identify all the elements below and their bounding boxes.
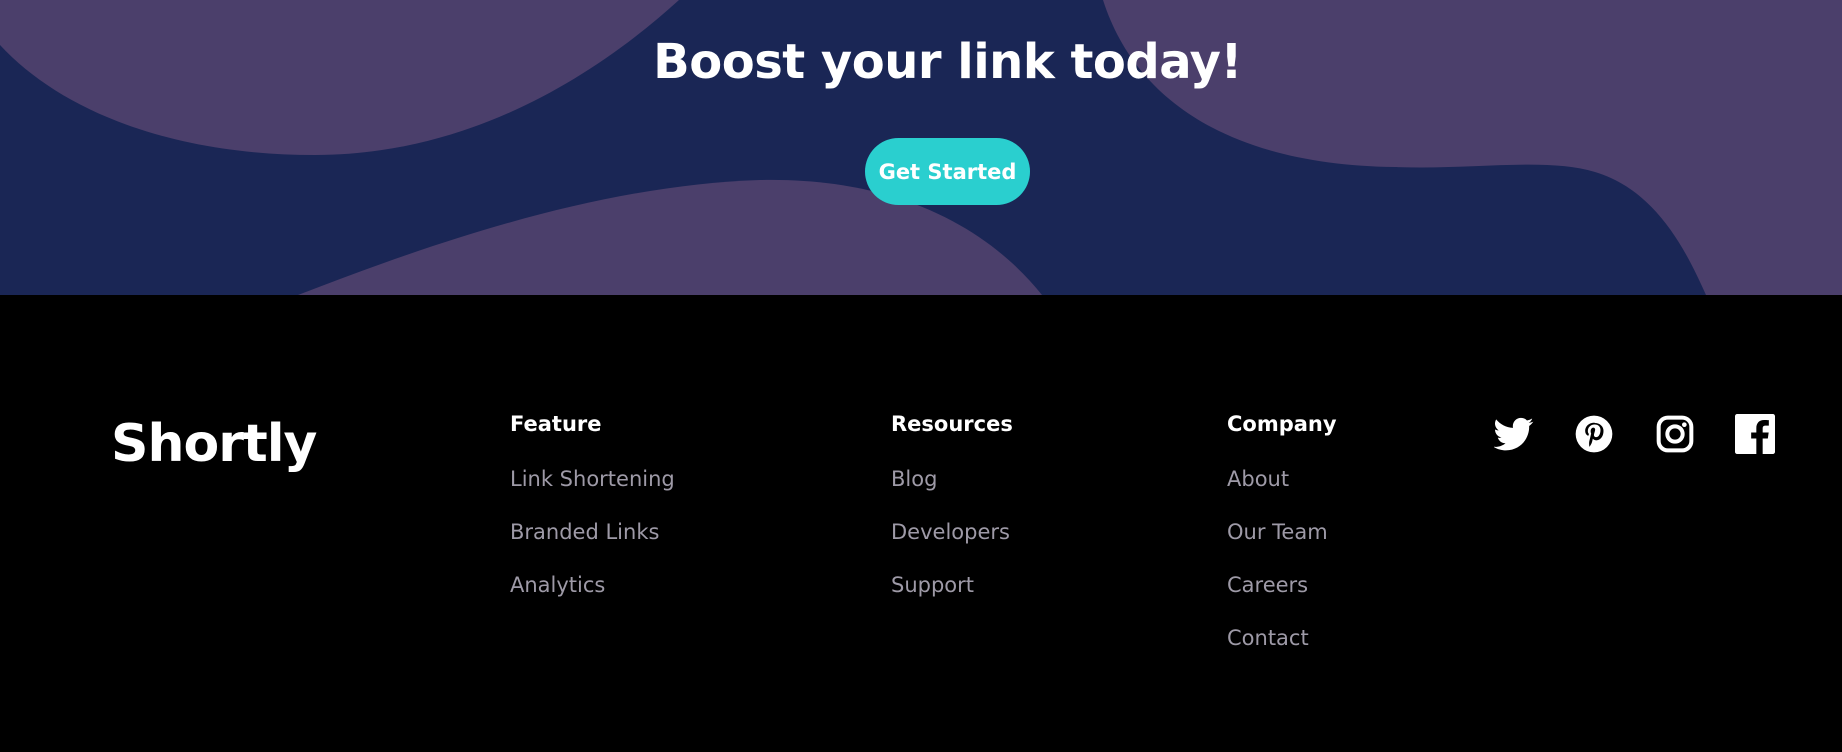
footer-link-link-shortening[interactable]: Link Shortening [510, 469, 675, 490]
footer-link-about[interactable]: About [1227, 469, 1337, 490]
get-started-button[interactable]: Get Started [865, 138, 1030, 205]
pinterest-icon[interactable] [1574, 414, 1614, 454]
cta-heading: Boost your link today! [653, 34, 1242, 90]
footer-link-support[interactable]: Support [891, 575, 1013, 596]
footer-column-heading: Feature [510, 412, 602, 436]
twitter-icon[interactable] [1494, 414, 1534, 454]
footer: Shortly Feature Link Shortening Branded … [0, 295, 1842, 752]
footer-link-developers[interactable]: Developers [891, 522, 1013, 543]
facebook-icon[interactable] [1735, 414, 1775, 454]
boost-section: Boost your link today! Get Started [0, 0, 1842, 295]
footer-link-blog[interactable]: Blog [891, 469, 1013, 490]
footer-column-feature: Feature Link Shortening Branded Links An… [510, 414, 675, 628]
footer-link-contact[interactable]: Contact [1227, 628, 1337, 649]
footer-link-careers[interactable]: Careers [1227, 575, 1337, 596]
footer-logo[interactable]: Shortly [111, 414, 317, 474]
footer-column-heading: Company [1227, 412, 1337, 436]
footer-column-company: Company About Our Team Careers Contact [1227, 414, 1337, 681]
footer-column-heading: Resources [891, 412, 1013, 436]
footer-link-our-team[interactable]: Our Team [1227, 522, 1337, 543]
footer-column-resources: Resources Blog Developers Support [891, 414, 1013, 628]
social-links [1494, 414, 1794, 454]
footer-link-branded-links[interactable]: Branded Links [510, 522, 675, 543]
footer-link-analytics[interactable]: Analytics [510, 575, 675, 596]
instagram-icon[interactable] [1655, 414, 1695, 454]
